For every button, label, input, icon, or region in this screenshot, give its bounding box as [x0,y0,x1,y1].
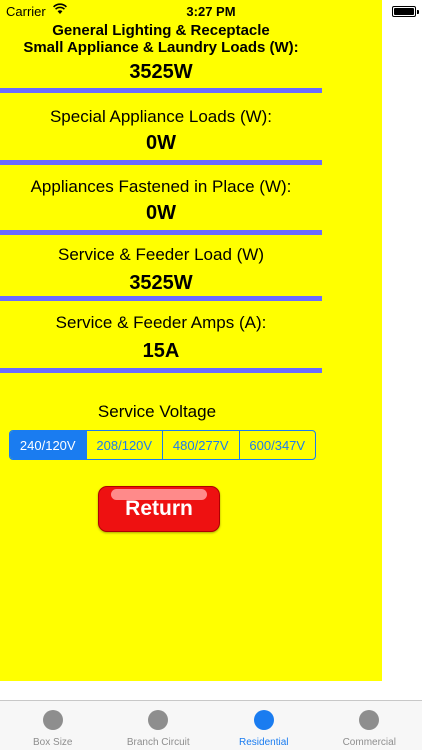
voltage-option-208-120[interactable]: 208/120V [87,431,163,459]
fastened-appliances-section: Appliances Fastened in Place (W): 0W [0,176,322,225]
divider [0,230,322,235]
special-appliance-value: 0W [146,132,176,154]
voltage-option-240-120[interactable]: 240/120V [10,431,87,459]
tab-label: Residential [239,737,289,748]
fastened-appliances-label: Appliances Fastened in Place (W): [30,177,292,196]
general-loads-value: 3525W [129,61,193,83]
service-amps-label: Service & Feeder Amps (A): [55,313,267,332]
general-loads-section: General Lighting & Receptacle Small Appl… [0,22,322,84]
special-appliance-section: Special Appliance Loads (W): 0W [0,106,322,155]
tab-label: Commercial [342,737,396,748]
return-button[interactable]: Return [98,486,220,532]
divider [0,88,322,93]
service-amps-section: Service & Feeder Amps (A): 15A [0,312,322,363]
tab-commercial[interactable]: Commercial [317,701,422,750]
voltage-option-480-277[interactable]: 480/277V [163,431,240,459]
tab-residential[interactable]: Residential [211,701,317,750]
tab-bar: Box Size Branch Circuit Residential Comm… [0,700,422,750]
divider [0,160,322,165]
general-loads-label-line1: General Lighting & Receptacle [52,22,270,39]
battery-icon [392,6,419,17]
service-amps-value: 15A [142,340,180,362]
fastened-appliances-value: 0W [146,202,176,224]
screen: General Lighting & Receptacle Small Appl… [0,0,422,750]
circle-icon [148,710,169,730]
service-load-value: 3525W [129,272,193,294]
special-appliance-label: Special Appliance Loads (W): [49,107,273,126]
circle-icon [42,710,63,730]
service-voltage-segmented-control: 240/120V 208/120V 480/277V 600/347V [9,430,316,460]
voltage-option-600-347[interactable]: 600/347V [240,431,316,459]
calculator-panel: General Lighting & Receptacle Small Appl… [0,0,382,681]
tab-box-size[interactable]: Box Size [0,701,106,750]
divider [0,368,322,373]
circle-icon [253,710,274,730]
tab-label: Branch Circuit [126,737,190,748]
tab-branch-circuit[interactable]: Branch Circuit [106,701,212,750]
circle-icon [359,710,380,730]
divider [0,296,322,301]
tab-label: Box Size [33,737,73,748]
service-load-label: Service & Feeder Load (W) [58,245,264,264]
return-button-label: Return [125,497,193,520]
service-load-section: Service & Feeder Load (W) 3525W [0,244,322,295]
status-bar: Carrier 3:27 PM [0,0,422,22]
general-loads-label-line2: Small Appliance & Laundry Loads (W): [23,39,299,56]
service-voltage-title: Service Voltage [97,402,217,421]
status-time: 3:27 PM [186,4,236,19]
